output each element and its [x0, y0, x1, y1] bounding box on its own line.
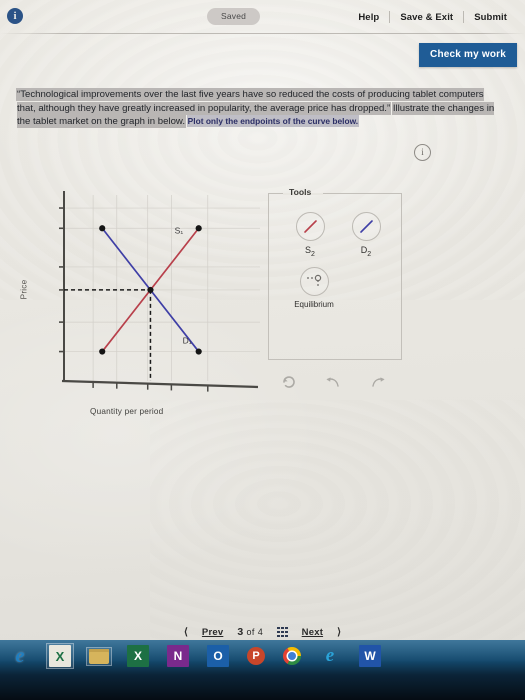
- gridlines: [64, 195, 260, 381]
- red-line-icon[interactable]: [295, 212, 325, 241]
- of-word: of: [246, 627, 255, 637]
- next-button[interactable]: Next: [302, 627, 323, 638]
- check-my-work-button[interactable]: Check my work: [419, 43, 517, 67]
- tool-d2-label: D2: [360, 245, 372, 258]
- grid-menu-icon[interactable]: [277, 626, 288, 638]
- axes: [59, 191, 259, 392]
- tools-panel-title: Tools: [289, 187, 312, 197]
- curve-labels: S₁ D₁: [175, 225, 192, 345]
- info-icon[interactable]: i: [7, 8, 23, 24]
- divider: [0, 33, 525, 34]
- tool-equilibrium-label: Equilibrium: [294, 300, 334, 309]
- svg-text:S₁: S₁: [175, 225, 184, 235]
- total-pages: 4: [257, 627, 264, 637]
- windows-taskbar: e X X N O P e W: [0, 640, 525, 700]
- taskbar-item-word[interactable]: W: [356, 643, 384, 669]
- taskbar-item-edge[interactable]: e: [6, 643, 34, 669]
- submit-button[interactable]: Submit: [464, 12, 517, 23]
- next-chevron-icon[interactable]: ⟩: [337, 627, 341, 638]
- saved-status-badge: Saved: [207, 8, 261, 25]
- undo-arrow-icon[interactable]: [324, 375, 342, 394]
- taskbar-item-outlook[interactable]: O: [204, 643, 232, 669]
- graph-canvas[interactable]: S₁ D₁: [30, 185, 265, 400]
- top-actions-group: Help Save & Exit Submit: [348, 11, 517, 23]
- taskbar-item-internet-explorer[interactable]: e: [316, 643, 344, 669]
- page-counter: 3 of 4: [237, 626, 263, 638]
- tools-panel: Tools S2 D2 Equilibrium: [268, 187, 402, 360]
- question-hint: Plot only the endpoints of the curve bel…: [187, 116, 359, 127]
- reset-icon[interactable]: [281, 374, 297, 395]
- current-page: 3: [237, 626, 244, 638]
- taskbar-item-excel-green[interactable]: X: [46, 643, 74, 669]
- svg-text:D₁: D₁: [183, 336, 192, 346]
- chrome-icon: [283, 647, 301, 665]
- help-button[interactable]: Help: [348, 12, 389, 23]
- top-bar: i Saved Help Save & Exit Submit: [0, 0, 525, 36]
- equilibrium-point-icon[interactable]: [299, 267, 329, 296]
- redo-arrow-icon[interactable]: [369, 375, 387, 394]
- prev-button[interactable]: Prev: [202, 627, 223, 638]
- question-text: “Technological improvements over the las…: [17, 88, 501, 129]
- save-and-exit-button[interactable]: Save & Exit: [390, 12, 463, 23]
- tool-s2[interactable]: S2: [283, 212, 337, 258]
- taskbar-item-file-explorer[interactable]: [86, 646, 112, 666]
- equilibrium-guides: [64, 286, 154, 381]
- question-info-icon[interactable]: i: [414, 144, 431, 161]
- x-axis-label: Quantity per period: [90, 407, 164, 416]
- tool-d2[interactable]: D2: [339, 212, 393, 258]
- taskbar-item-chrome[interactable]: [280, 645, 304, 667]
- tool-equilibrium[interactable]: Equilibrium: [278, 267, 350, 309]
- y-axis-label: Price: [19, 279, 29, 300]
- taskbar-item-excel[interactable]: X: [124, 643, 152, 669]
- tools-action-bar: [268, 368, 400, 400]
- tool-s2-label: S2: [305, 245, 315, 258]
- prev-chevron-icon[interactable]: ⟨: [184, 627, 188, 638]
- folder-icon: [89, 648, 109, 664]
- supply-demand-graph[interactable]: Price Quantity per period S₁ D₁: [19, 185, 265, 425]
- taskbar-item-powerpoint[interactable]: P: [244, 645, 268, 667]
- taskbar-item-onenote[interactable]: N: [164, 643, 192, 669]
- blue-line-icon[interactable]: [351, 212, 381, 241]
- taskbar-icons: e X X N O P e W: [0, 641, 384, 671]
